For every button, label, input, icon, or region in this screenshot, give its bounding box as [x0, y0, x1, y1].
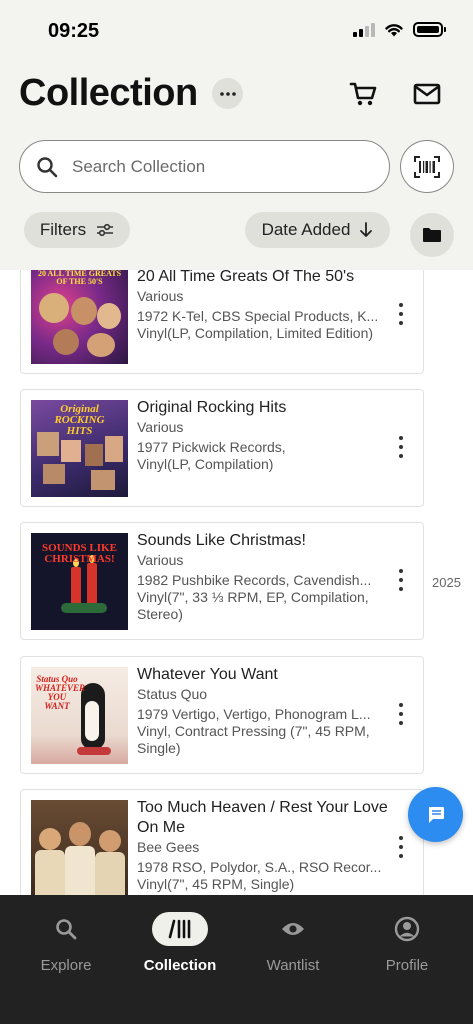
filters-button[interactable]: Filters [24, 212, 130, 248]
release-cover: SOUNDS LIKE CHRISTMAS! [31, 533, 128, 630]
release-cover-text: 20 ALL TIME GREATS OF THE 50'S [37, 269, 122, 286]
cart-button[interactable] [345, 77, 381, 111]
messages-button[interactable] [408, 77, 446, 111]
release-format: Vinyl(7", 45 RPM, Single) [137, 876, 295, 892]
release-info: Too Much Heaven / Rest Your Love On Me B… [137, 798, 393, 893]
wifi-icon [385, 24, 403, 37]
more-options-icon[interactable] [393, 301, 409, 327]
nav-explore[interactable]: Explore [16, 912, 116, 974]
release-cover: 20 ALL TIME GREATS OF THE 50'S [31, 267, 128, 364]
search-bar[interactable] [19, 140, 390, 193]
folder-icon [423, 228, 441, 242]
release-label: 1978 RSO, Polydor, S.A., RSO Recor... [137, 859, 382, 875]
cart-icon [349, 82, 377, 106]
more-options-icon[interactable] [393, 834, 409, 860]
release-format: Vinyl(LP, Compilation, Limited Edition) [137, 325, 374, 341]
mail-icon [413, 83, 441, 105]
page-title: Collection [19, 72, 198, 114]
nav-wantlist-label: Wantlist [266, 957, 320, 974]
release-card[interactable]: Status Quo WHATEVER YOU WANT Whatever Yo… [20, 656, 424, 774]
release-cover-text: Status Quo WHATEVER YOU WANT [35, 674, 86, 711]
release-info: 20 All Time Greats Of The 50's Various 1… [137, 267, 393, 342]
release-cover: Original ROCKING HITS [31, 400, 128, 497]
release-artist: Various [137, 288, 184, 304]
barcode-scan-button[interactable] [400, 140, 454, 193]
search-input[interactable] [72, 156, 352, 177]
profile-icon [394, 916, 420, 942]
release-title: Original Rocking Hits [137, 399, 287, 416]
release-info: Whatever You Want Status Quo 1979 Vertig… [137, 665, 393, 757]
more-menu-button[interactable] [212, 78, 243, 109]
nav-wantlist[interactable]: Wantlist [243, 912, 343, 974]
nav-explore-label: Explore [40, 957, 92, 974]
collection-icon [168, 919, 191, 939]
arrow-down-icon [360, 222, 373, 237]
release-title: 20 All Time Greats Of The 50's [137, 268, 355, 285]
release-artist: Various [137, 552, 184, 568]
release-label: 1972 K-Tel, CBS Special Products, K... [137, 308, 379, 324]
chat-fab-button[interactable] [408, 787, 463, 842]
ellipsis-icon [219, 91, 236, 96]
release-format: Vinyl(7", 33 ⅓ RPM, EP, Compilation, Ste… [137, 589, 369, 622]
nav-collection[interactable]: Collection [130, 912, 230, 974]
release-cover: Status Quo WHATEVER YOU WANT [31, 667, 128, 764]
battery-icon [413, 22, 446, 37]
release-info: Sounds Like Christmas! Various 1982 Push… [137, 531, 393, 623]
chat-icon [428, 806, 444, 823]
more-options-icon[interactable] [393, 434, 409, 460]
release-artist: Bee Gees [137, 839, 200, 855]
release-card[interactable]: Original ROCKING HITS Original Rocking H… [20, 389, 424, 507]
release-label: 1977 Pickwick Records, [137, 439, 286, 455]
release-cover-text: SOUNDS LIKE CHRISTMAS! [42, 542, 117, 565]
status-icons [353, 22, 446, 37]
release-info: Original Rocking Hits Various 1977 Pickw… [137, 398, 393, 473]
bottom-nav: Explore Collection Wantlist Profile [0, 895, 473, 1024]
release-artist: Status Quo [137, 686, 208, 702]
release-format: Vinyl, Contract Pressing (7", 45 RPM, Si… [137, 723, 370, 756]
more-options-icon[interactable] [393, 567, 409, 593]
more-options-icon[interactable] [393, 701, 409, 727]
release-label: 1982 Pushbike Records, Cavendish... [137, 572, 372, 588]
nav-collection-label: Collection [143, 957, 217, 974]
release-title: Sounds Like Christmas! [137, 532, 306, 549]
eye-icon [282, 923, 304, 935]
folder-button[interactable] [410, 213, 454, 257]
sort-label: Date Added [261, 220, 351, 239]
signal-icon [353, 22, 375, 37]
nav-profile[interactable]: Profile [357, 912, 457, 974]
sliders-icon [97, 223, 114, 237]
search-icon [37, 156, 58, 177]
barcode-icon [414, 155, 440, 178]
sort-button[interactable]: Date Added [245, 212, 390, 248]
status-bar: 09:25 [0, 0, 473, 60]
year-scroll-marker: 2025 [432, 575, 461, 590]
release-label: 1979 Vertigo, Vertigo, Phonogram L... [137, 706, 371, 722]
release-artist: Various [137, 419, 184, 435]
release-title: Too Much Heaven / Rest Your Love On Me [137, 799, 388, 836]
release-card[interactable]: 20 ALL TIME GREATS OF THE 50'S 20 All Ti… [20, 256, 424, 374]
release-cover [31, 800, 128, 897]
release-card[interactable]: SOUNDS LIKE CHRISTMAS! Sounds Like Chris… [20, 522, 424, 640]
nav-profile-label: Profile [385, 957, 429, 974]
release-title: Whatever You Want [137, 666, 278, 683]
header: 09:25 Collection Search Collection Filte… [0, 0, 473, 270]
release-cover-text: Original ROCKING HITS [54, 403, 105, 437]
release-format: Vinyl(LP, Compilation) [137, 456, 274, 472]
status-time: 09:25 [48, 20, 100, 42]
search-icon [56, 919, 77, 940]
filters-label: Filters [39, 220, 87, 239]
